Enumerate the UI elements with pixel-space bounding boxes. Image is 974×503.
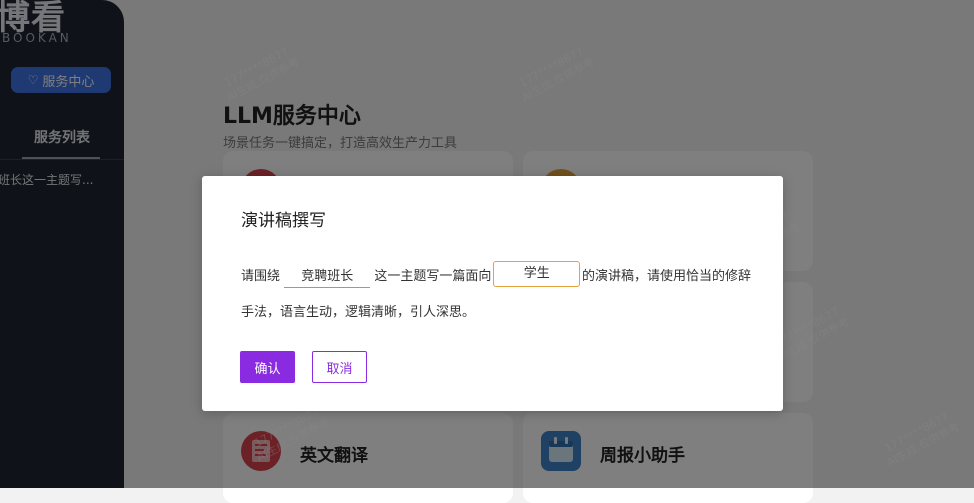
cancel-button[interactable]: 取消 [312, 351, 367, 383]
prompt-text: 这一主题写一篇面向 [374, 268, 492, 284]
prompt-text: 的演讲稿，请使用恰当的修辞 [581, 268, 751, 284]
audience-input[interactable]: 学生 [493, 261, 580, 287]
dialog-body: 请围绕 竞聘班长 这一主题写一篇面向 学生 的演讲稿，请使用恰当的修辞 手法，语… [241, 260, 751, 324]
speech-writing-dialog: 演讲稿撰写 请围绕 竞聘班长 这一主题写一篇面向 学生 的演讲稿，请使用恰当的修… [202, 176, 783, 411]
confirm-button[interactable]: 确认 [240, 351, 295, 383]
prompt-text: 手法，语言生动，逻辑清晰，引人深思。 [241, 304, 476, 320]
dialog-title: 演讲稿撰写 [241, 211, 326, 231]
prompt-text: 请围绕 [241, 268, 281, 284]
topic-input[interactable]: 竞聘班长 [284, 261, 371, 288]
